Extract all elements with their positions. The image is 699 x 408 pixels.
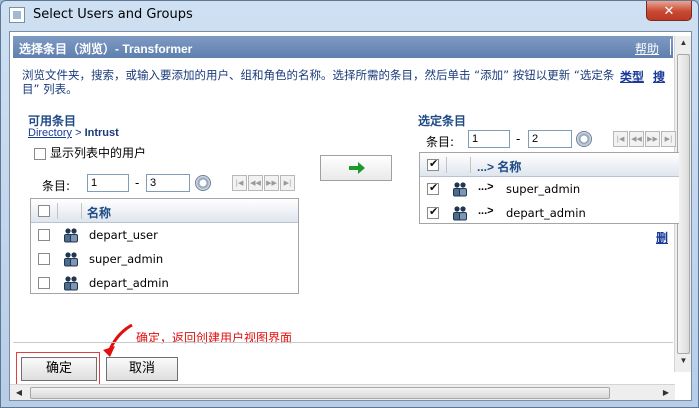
last-page-icon[interactable]: ▶|	[280, 175, 295, 191]
selected-to-input[interactable]	[528, 130, 572, 148]
item-path-prefix: ...>	[478, 181, 494, 193]
item-checkbox[interactable]	[38, 253, 50, 265]
dialog-window: Select Users and Groups ✕ 选择条目（浏览）- Tran…	[0, 0, 699, 408]
selected-go-icon[interactable]	[576, 131, 592, 147]
horizontal-scrollbar[interactable]: ◀ ▶	[10, 384, 675, 400]
prev-page-icon[interactable]: ◀◀	[629, 131, 644, 147]
breadcrumb: Directory > Intrust	[28, 127, 119, 139]
close-button[interactable]: ✕	[646, 1, 692, 21]
column-divider	[446, 157, 447, 173]
selected-select-all-checkbox[interactable]	[427, 157, 439, 171]
item-path-prefix: ...>	[478, 205, 494, 217]
list-item[interactable]: ...> depart_admin	[420, 201, 679, 225]
footer-divider	[13, 342, 673, 343]
available-pager-label: 条目:	[42, 179, 71, 193]
header-title: 选择条目（浏览）- Transformer	[19, 42, 193, 56]
scroll-right-arrow-icon[interactable]: ▶	[659, 386, 673, 399]
available-name-column-header[interactable]: 名称	[87, 204, 111, 221]
add-button[interactable]	[320, 155, 392, 181]
scroll-up-arrow-icon[interactable]: ▲	[677, 38, 690, 52]
available-select-all-checkbox[interactable]	[38, 205, 50, 217]
user-group-icon	[453, 206, 467, 221]
selected-pager-label: 条目:	[426, 135, 455, 149]
list-item[interactable]: ...> super_admin	[420, 177, 679, 201]
last-page-icon[interactable]: ▶|	[661, 131, 676, 147]
header-bar: 选择条目（浏览）- Transformer 帮助	[13, 36, 673, 58]
available-to-input[interactable]	[146, 174, 190, 192]
available-from-input[interactable]	[87, 174, 129, 192]
item-name: depart_user	[89, 228, 158, 242]
available-nav-buttons: |◀ ◀◀ ▶▶ ▶|	[232, 175, 295, 191]
item-name: depart_admin	[506, 206, 586, 220]
cancel-button[interactable]: 取消	[106, 357, 178, 381]
item-name: super_admin	[89, 252, 164, 266]
item-checkbox[interactable]	[427, 205, 439, 219]
column-divider	[470, 157, 471, 173]
dialog-content: 选择条目（浏览）- Transformer 帮助 ▲ ▼ 浏览文件夹，搜索，或输…	[9, 31, 692, 401]
item-name: depart_admin	[89, 276, 169, 290]
breadcrumb-separator: >	[75, 127, 82, 139]
first-page-icon[interactable]: |◀	[232, 175, 247, 191]
breadcrumb-directory-link[interactable]: Directory	[28, 127, 72, 139]
available-pager: 条目: - |◀ ◀◀ ▶▶ ▶|	[42, 174, 302, 194]
search-link[interactable]: 搜	[653, 68, 665, 85]
selected-list-header: ...> 名称	[420, 153, 679, 177]
selected-pager: 条目: - |◀ ◀◀ ▶▶ ▶|	[426, 130, 686, 150]
ok-button[interactable]: 确定	[21, 357, 97, 381]
show-users-checkbox[interactable]	[34, 147, 46, 160]
annotation-text: 确定，返回创建用户视图界面	[136, 331, 293, 345]
available-pager-dash: -	[135, 176, 140, 190]
title-bar[interactable]: Select Users and Groups ✕	[1, 1, 699, 29]
show-users-option[interactable]: 显示列表中的用户	[34, 144, 146, 161]
list-item[interactable]: super_admin	[31, 247, 298, 271]
list-item[interactable]: depart_admin	[31, 271, 298, 295]
instructions-text: 浏览文件夹，搜索，或输入要添加的用户、组和角色的名称。选择所需的条目，然后单击 …	[22, 68, 615, 96]
window-title: Select Users and Groups	[33, 7, 193, 22]
item-checkbox[interactable]	[38, 229, 50, 241]
user-group-icon	[64, 252, 78, 267]
first-page-icon[interactable]: |◀	[613, 131, 628, 147]
scroll-left-arrow-icon[interactable]: ◀	[12, 386, 26, 399]
user-group-icon	[64, 228, 78, 243]
selected-from-input[interactable]	[468, 130, 510, 148]
item-checkbox[interactable]	[38, 277, 50, 289]
window-icon	[9, 7, 25, 23]
next-page-icon[interactable]: ▶▶	[264, 175, 279, 191]
type-link[interactable]: 类型	[620, 68, 644, 85]
available-list: 名称 depart_user super_admin depart_admin	[30, 198, 299, 294]
show-users-label: 显示列表中的用户	[50, 146, 147, 160]
breadcrumb-current: Intrust	[84, 127, 119, 139]
header-separator	[670, 39, 671, 55]
available-go-icon[interactable]	[195, 175, 211, 191]
available-list-header: 名称	[31, 199, 298, 223]
list-item[interactable]: depart_user	[31, 223, 298, 247]
right-arrow-icon	[349, 162, 365, 174]
annotation-arrow-icon	[103, 323, 133, 357]
user-group-icon	[453, 182, 467, 197]
selected-pager-dash: -	[516, 132, 521, 146]
selected-name-column-header[interactable]: ...> 名称	[477, 158, 521, 175]
help-link[interactable]: 帮助	[635, 40, 659, 57]
scroll-down-arrow-icon[interactable]: ▼	[677, 356, 690, 370]
selected-items-title: 选定条目	[418, 114, 467, 128]
item-name: super_admin	[506, 182, 581, 196]
column-divider	[81, 203, 82, 219]
next-page-icon[interactable]: ▶▶	[645, 131, 660, 147]
horizontal-scroll-thumb[interactable]	[30, 387, 610, 399]
prev-page-icon[interactable]: ◀◀	[248, 175, 263, 191]
column-divider	[57, 203, 58, 219]
selected-list: ...> 名称 ...> super_admin ...> depart_adm…	[419, 152, 679, 224]
selected-nav-buttons: |◀ ◀◀ ▶▶ ▶|	[613, 131, 676, 147]
user-group-icon	[64, 276, 78, 291]
item-checkbox[interactable]	[427, 181, 439, 195]
delete-link[interactable]: 删	[656, 229, 668, 246]
